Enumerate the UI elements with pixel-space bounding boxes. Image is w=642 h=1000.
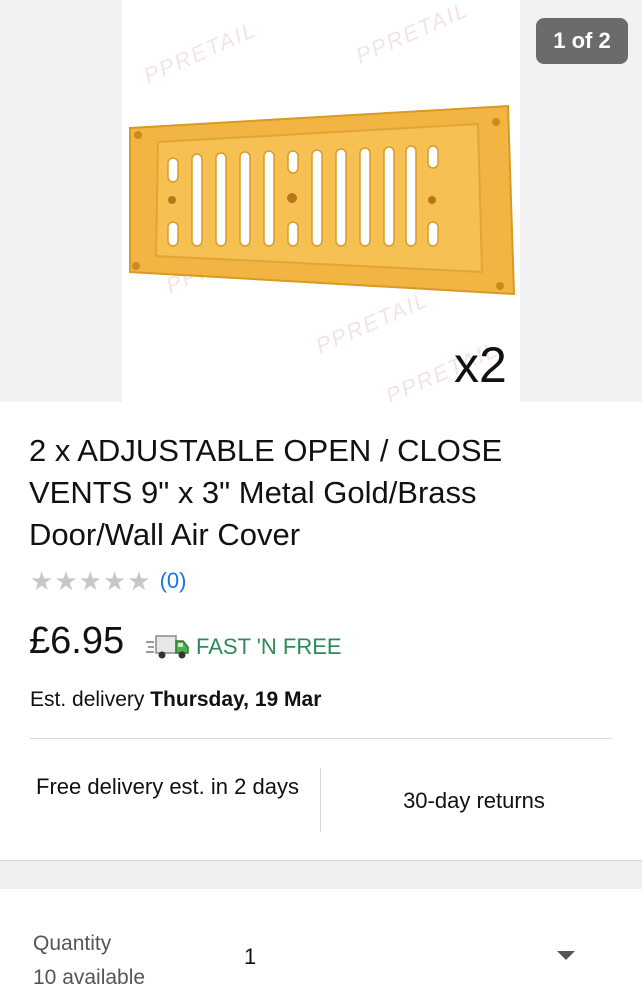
estimated-delivery: Est. delivery Thursday, 19 Mar	[30, 688, 321, 712]
price: £6.95	[29, 620, 125, 662]
delivery-date: Thursday, 19 Mar	[150, 688, 322, 711]
shipping-badge: FAST 'N FREE	[146, 632, 342, 662]
star-icon: ★	[102, 566, 127, 596]
info-separator	[320, 768, 321, 832]
section-separator	[0, 860, 642, 889]
returns-info: 30-day returns	[403, 788, 545, 813]
quantity-label-group: Quantity 10 available	[33, 927, 145, 995]
divider	[30, 738, 612, 739]
star-icon: ★	[127, 566, 151, 596]
review-count-link[interactable]: (0)	[160, 568, 187, 594]
image-counter-badge: 1 of 2	[536, 18, 628, 64]
chevron-down-icon[interactable]	[557, 951, 575, 960]
star-icon: ★	[54, 566, 78, 596]
star-icon: ★	[30, 566, 54, 596]
image-overlay-label: x2	[454, 337, 507, 393]
delivery-prefix: Est. delivery	[30, 688, 145, 711]
shipping-label: FAST 'N FREE	[196, 634, 342, 659]
rating-row[interactable]: ★ ★ ★ ★ ★ (0)	[30, 568, 186, 594]
quantity-selector[interactable]: Quantity 10 available 1	[0, 889, 642, 1000]
quantity-available: 10 available	[33, 966, 146, 989]
quantity-label: Quantity	[33, 932, 112, 955]
delivery-truck-icon	[146, 635, 189, 659]
quantity-value[interactable]: 1	[244, 944, 256, 970]
star-icon: ★	[78, 566, 102, 596]
product-title: 2 x ADJUSTABLE OPEN / CLOSE VENTS 9" x 3…	[29, 433, 503, 552]
free-delivery-info: Free delivery est. in 2 days	[36, 774, 299, 799]
image-gallery[interactable]: PPRETAIL PPRETAIL PPRETAIL PPRETAIL PPRE…	[0, 0, 642, 402]
